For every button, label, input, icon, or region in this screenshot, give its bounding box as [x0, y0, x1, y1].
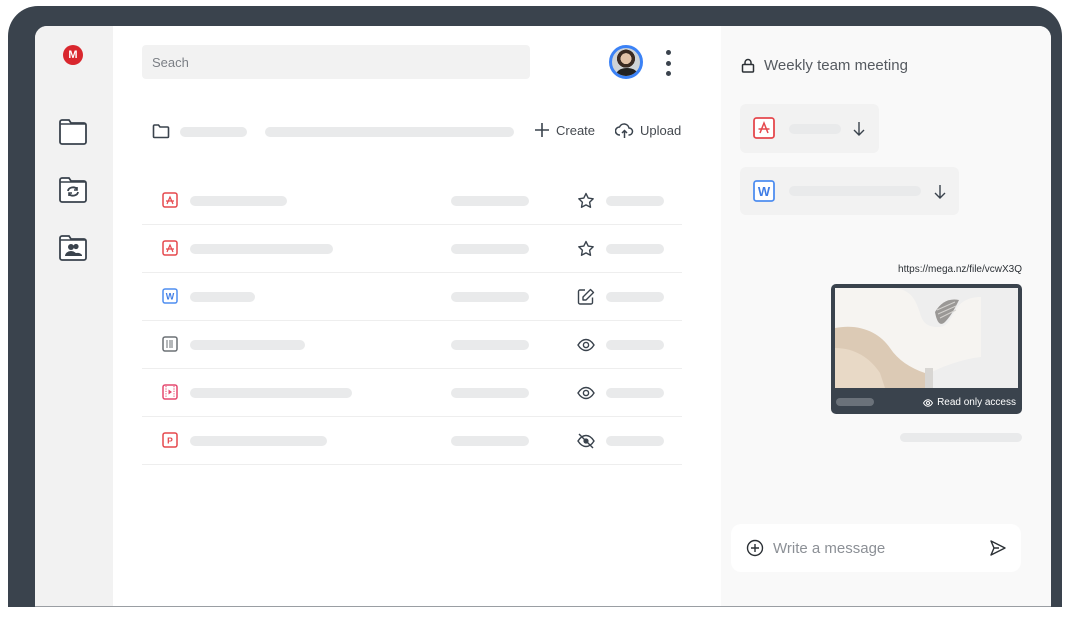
breadcrumb-placeholder — [265, 127, 514, 137]
word-file-icon: W — [162, 288, 178, 304]
access-badge: Read only access — [923, 397, 1016, 408]
preview-footer: Read only access — [831, 390, 1022, 414]
pdf-file-icon — [753, 117, 775, 139]
kebab-dot — [665, 71, 671, 76]
attachment-name-placeholder — [789, 186, 921, 196]
star-icon[interactable] — [576, 239, 596, 259]
edit-icon[interactable] — [576, 287, 596, 307]
add-attachment-icon[interactable] — [746, 539, 764, 557]
file-size-placeholder — [451, 292, 529, 302]
file-date-placeholder — [606, 388, 664, 398]
file-name-placeholder — [190, 436, 327, 446]
plus-icon — [535, 123, 549, 137]
cloud-upload-icon — [615, 123, 634, 138]
message-composer — [731, 524, 1021, 572]
file-name-placeholder — [190, 340, 305, 350]
eye-off-icon[interactable] — [576, 431, 596, 451]
sidebar: M — [35, 26, 113, 606]
file-name-placeholder — [190, 196, 287, 206]
star-icon[interactable] — [576, 191, 596, 211]
kebab-dot — [665, 50, 671, 55]
preview-image — [835, 288, 1018, 388]
file-name-placeholder — [190, 244, 333, 254]
svg-text:P: P — [167, 436, 173, 446]
file-date-placeholder — [606, 436, 664, 446]
user-avatar[interactable] — [609, 45, 643, 79]
eye-icon — [923, 398, 934, 407]
eye-icon[interactable] — [576, 383, 596, 403]
file-date-placeholder — [606, 244, 664, 254]
search-input[interactable] — [142, 45, 530, 79]
video-file-icon — [162, 384, 178, 400]
svg-text:W: W — [758, 184, 771, 199]
folder-icon — [152, 124, 170, 139]
attachment-pdf[interactable] — [740, 104, 879, 153]
link-preview-card[interactable]: Read only access — [831, 284, 1022, 414]
file-browser: Create Upload W — [113, 26, 721, 606]
upload-label: Upload — [640, 123, 682, 138]
upload-button[interactable]: Upload — [615, 122, 681, 139]
download-icon[interactable] — [852, 121, 866, 137]
shared-link[interactable]: https://mega.nz/file/vcwX3Q — [898, 264, 1022, 275]
file-size-placeholder — [451, 340, 529, 350]
sidebar-item-shared[interactable] — [58, 234, 88, 262]
access-label: Read only access — [937, 397, 1016, 408]
file-row[interactable]: W — [142, 273, 682, 321]
eye-icon[interactable] — [576, 335, 596, 355]
file-name-placeholder — [190, 388, 352, 398]
mega-logo[interactable]: M — [63, 45, 83, 65]
file-row[interactable] — [142, 321, 682, 369]
kebab-dot — [665, 60, 671, 66]
word-file-icon: W — [753, 180, 775, 202]
file-date-placeholder — [606, 340, 664, 350]
pdf-file-icon — [162, 240, 178, 256]
send-icon[interactable] — [989, 539, 1007, 557]
svg-text:W: W — [166, 292, 175, 302]
lock-icon — [741, 58, 755, 73]
text-file-icon — [162, 336, 178, 352]
attachment-name-placeholder — [789, 124, 841, 134]
file-size-placeholder — [451, 388, 529, 398]
chat-title: Weekly team meeting — [764, 57, 908, 74]
file-row[interactable] — [142, 225, 682, 273]
file-name-placeholder — [190, 292, 255, 302]
file-row[interactable]: P — [142, 417, 682, 465]
file-row[interactable] — [142, 177, 682, 225]
sidebar-item-sync[interactable] — [58, 176, 88, 204]
chat-panel: Weekly team meeting W https://mega.nz/fi… — [721, 26, 1051, 606]
breadcrumb-placeholder — [180, 127, 247, 137]
preview-name-placeholder — [836, 398, 874, 406]
message-input[interactable] — [773, 537, 963, 559]
sidebar-item-cloud-drive[interactable] — [58, 118, 88, 146]
chat-header: Weekly team meeting — [741, 57, 908, 74]
file-size-placeholder — [451, 436, 529, 446]
file-date-placeholder — [606, 196, 664, 206]
powerpoint-file-icon: P — [162, 432, 178, 448]
file-date-placeholder — [606, 292, 664, 302]
file-size-placeholder — [451, 244, 529, 254]
create-label: Create — [556, 122, 596, 138]
attachment-word[interactable]: W — [740, 167, 959, 215]
download-icon[interactable] — [933, 184, 947, 200]
app-window: M Seach Create Upload W P Weekly team me… — [35, 26, 1051, 607]
pdf-file-icon — [162, 192, 178, 208]
file-size-placeholder — [451, 196, 529, 206]
create-button[interactable]: Create — [534, 122, 595, 138]
more-options-button[interactable] — [664, 50, 672, 76]
message-time-placeholder — [900, 433, 1022, 442]
file-row[interactable] — [142, 369, 682, 417]
